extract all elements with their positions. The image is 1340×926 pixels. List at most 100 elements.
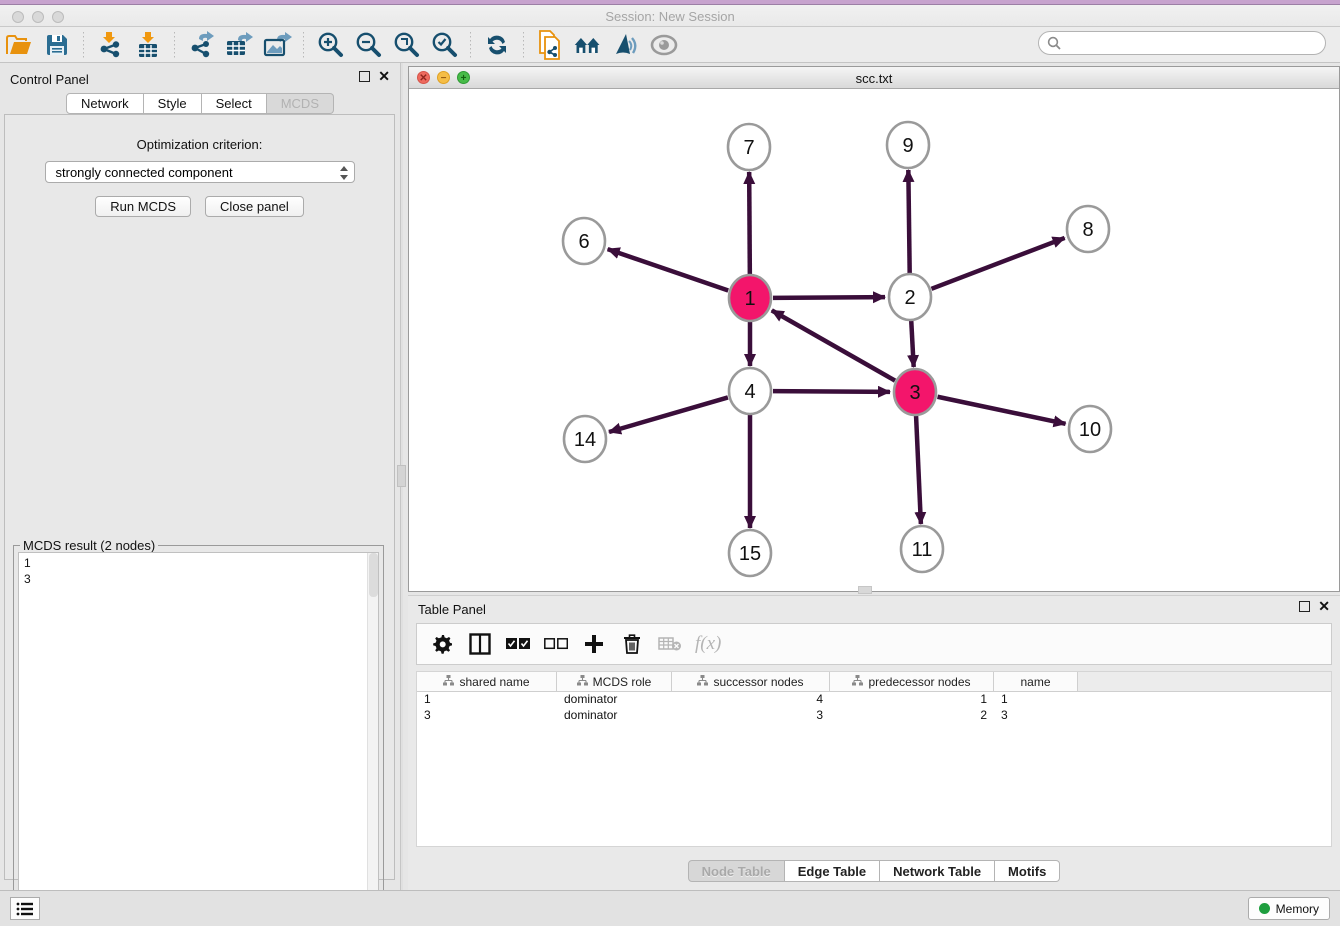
hide-selected-icon[interactable] <box>649 31 679 59</box>
graph-node-9[interactable]: 9 <box>887 122 929 168</box>
delete-table-icon[interactable] <box>657 631 683 657</box>
zoom-in-icon[interactable] <box>315 31 345 59</box>
search-input[interactable] <box>1066 36 1325 50</box>
tab-select[interactable]: Select <box>202 93 267 114</box>
close-table-panel-icon[interactable]: ✕ <box>1318 601 1330 612</box>
search-field[interactable] <box>1038 31 1326 55</box>
column-settings-icon[interactable] <box>429 631 455 657</box>
column-layout-icon[interactable] <box>467 631 493 657</box>
export-table-icon[interactable] <box>224 31 254 59</box>
float-panel-icon[interactable] <box>359 71 370 82</box>
export-network-icon[interactable] <box>186 31 216 59</box>
graph-edge-2-9[interactable] <box>908 170 909 274</box>
table-panel: Table Panel ✕ <box>408 595 1340 890</box>
graph-node-3[interactable]: 3 <box>894 369 936 415</box>
network-canvas[interactable]: 7 9 6 8 1 2 4 3 14 10 15 11 <box>409 89 1339 591</box>
select-stepper-icon <box>339 165 349 184</box>
graph-node-1[interactable]: 1 <box>729 275 771 321</box>
close-panel-icon[interactable]: ✕ <box>378 71 390 82</box>
graph-node-4[interactable]: 4 <box>729 368 771 414</box>
open-session-icon[interactable] <box>4 31 34 59</box>
column-header-shared-name[interactable]: shared name <box>417 672 557 691</box>
search-icon <box>1047 36 1061 50</box>
graph-node-14[interactable]: 14 <box>564 416 606 462</box>
graph-node-8[interactable]: 8 <box>1067 206 1109 252</box>
add-column-icon[interactable] <box>581 631 607 657</box>
graph-node-6[interactable]: 6 <box>563 218 605 264</box>
table-cell[interactable]: 1 <box>417 692 557 708</box>
zoom-out-icon[interactable] <box>353 31 383 59</box>
column-header-MCDS-role[interactable]: MCDS role <box>557 672 672 691</box>
graph-node-10[interactable]: 10 <box>1069 406 1111 452</box>
graph-edge-2-8[interactable] <box>931 238 1064 289</box>
node-table[interactable]: shared nameMCDS rolesuccessor nodesprede… <box>416 671 1332 847</box>
delete-column-icon[interactable] <box>619 631 645 657</box>
first-neighbors-icon[interactable] <box>573 31 603 59</box>
graph-edge-2-3[interactable] <box>911 320 913 367</box>
table-cell[interactable]: dominator <box>557 692 672 708</box>
graph-edge-4-3[interactable] <box>773 391 890 392</box>
network-view-window: ✕ − + scc.txt 7 9 6 8 1 2 4 3 14 10 15 11 <box>408 66 1340 592</box>
graph-node-11[interactable]: 11 <box>901 526 943 572</box>
table-cell[interactable]: 4 <box>672 692 830 708</box>
svg-text:14: 14 <box>574 429 596 451</box>
tab-mcds[interactable]: MCDS <box>267 93 334 114</box>
table-row[interactable]: 3dominator323 <box>417 708 1331 724</box>
refresh-view-icon[interactable] <box>482 31 512 59</box>
zoom-selected-icon[interactable] <box>429 31 459 59</box>
graph-edge-3-1[interactable] <box>772 310 895 380</box>
tab-node-table[interactable]: Node Table <box>688 860 785 882</box>
select-all-checkboxes-icon[interactable] <box>505 631 531 657</box>
header-filler <box>1078 672 1331 691</box>
network-window-titlebar[interactable]: ✕ − + scc.txt <box>409 67 1339 89</box>
svg-text:2: 2 <box>904 287 915 309</box>
table-panel-title: Table Panel <box>418 602 486 617</box>
column-header-predecessor-nodes[interactable]: predecessor nodes <box>830 672 994 691</box>
deselect-all-checkboxes-icon[interactable] <box>543 631 569 657</box>
mcds-result-text[interactable]: 13 <box>18 552 379 917</box>
table-cell[interactable]: 3 <box>672 708 830 724</box>
table-cell[interactable]: 1 <box>830 692 994 708</box>
close-panel-button[interactable]: Close panel <box>205 196 304 217</box>
graph-edge-3-11[interactable] <box>916 415 921 524</box>
horizontal-splitter-grip[interactable] <box>858 586 872 594</box>
graph-node-7[interactable]: 7 <box>728 124 770 170</box>
svg-text:1: 1 <box>744 288 755 310</box>
column-header-successor-nodes[interactable]: successor nodes <box>672 672 830 691</box>
table-cell[interactable]: dominator <box>557 708 672 724</box>
table-cell[interactable]: 3 <box>994 708 1078 724</box>
float-table-panel-icon[interactable] <box>1299 601 1310 612</box>
tab-edge-table[interactable]: Edge Table <box>785 860 880 882</box>
task-history-button[interactable] <box>10 897 40 920</box>
run-mcds-button[interactable]: Run MCDS <box>95 196 191 217</box>
graph-edge-1-6[interactable] <box>608 249 729 290</box>
result-scrollbar[interactable] <box>367 553 378 916</box>
table-cell[interactable]: 2 <box>830 708 994 724</box>
save-session-icon[interactable] <box>42 31 72 59</box>
import-table-icon[interactable] <box>133 31 163 59</box>
graph-node-2[interactable]: 2 <box>889 274 931 320</box>
table-cell[interactable]: 3 <box>417 708 557 724</box>
graph-edge-1-2[interactable] <box>773 297 885 298</box>
graph-edge-3-10[interactable] <box>938 397 1066 424</box>
table-cell[interactable]: 1 <box>994 692 1078 708</box>
criterion-select[interactable]: strongly connected component <box>45 161 355 183</box>
tab-motifs[interactable]: Motifs <box>995 860 1060 882</box>
zoom-fit-icon[interactable] <box>391 31 421 59</box>
tab-style[interactable]: Style <box>144 93 202 114</box>
graph-edge-1-7[interactable] <box>749 172 750 275</box>
graph-node-15[interactable]: 15 <box>729 530 771 576</box>
tab-network-table[interactable]: Network Table <box>880 860 995 882</box>
memory-button[interactable]: Memory <box>1248 897 1330 920</box>
clone-network-icon[interactable] <box>535 31 565 59</box>
apply-style-icon[interactable] <box>611 31 641 59</box>
vertical-splitter[interactable] <box>400 63 403 890</box>
tab-network[interactable]: Network <box>66 93 144 114</box>
graph-edge-4-14[interactable] <box>609 397 728 432</box>
function-builder-icon[interactable]: f(x) <box>695 631 721 657</box>
export-image-icon[interactable] <box>262 31 292 59</box>
window-titlebar: Session: New Session <box>0 0 1340 27</box>
table-row[interactable]: 1dominator411 <box>417 692 1331 708</box>
import-network-icon[interactable] <box>95 31 125 59</box>
column-header-name[interactable]: name <box>994 672 1078 691</box>
